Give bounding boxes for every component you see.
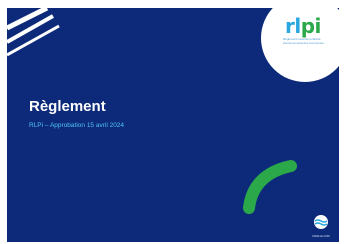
- document-cover: rlpi Règlement local de publicité interc…: [7, 8, 339, 242]
- wordmark-accent: pi: [300, 14, 322, 38]
- document-subtitle: RLPi – Approbation 15 avril 2024: [29, 122, 125, 129]
- organization-name: FAMILLE COM: [312, 235, 330, 238]
- wordmark-main: rl: [285, 14, 301, 38]
- organization-logo: FAMILLE COM: [310, 215, 332, 238]
- rlpi-logo: rlpi Règlement local de publicité interc…: [261, 8, 339, 82]
- decorative-stripes: [7, 8, 60, 57]
- sea-wave-icon: [314, 215, 328, 229]
- rlpi-wordmark: rlpi: [285, 16, 321, 36]
- logo-tagline: Règlement local de publicité intercommun…: [283, 37, 324, 45]
- document-title: Règlement: [29, 98, 106, 115]
- decorative-green-arc: [243, 160, 297, 214]
